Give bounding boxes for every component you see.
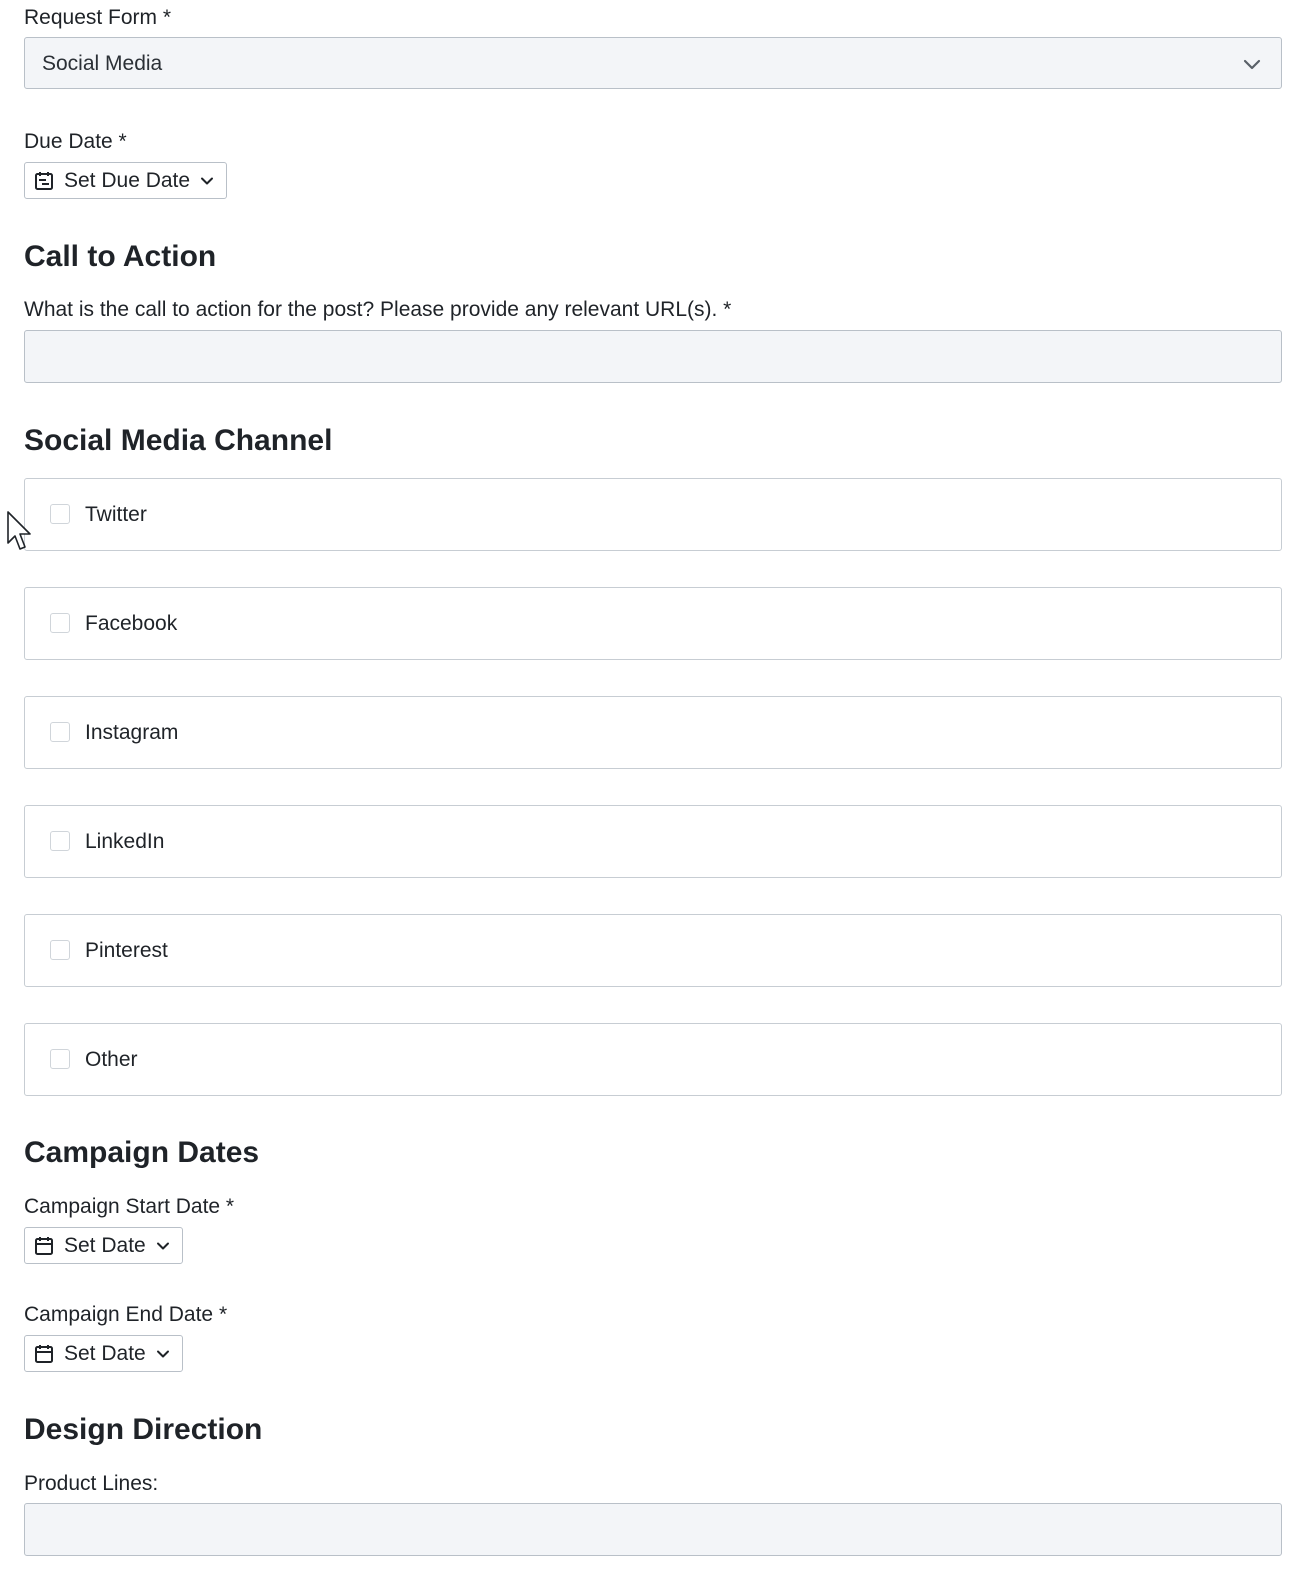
set-end-date-button[interactable]: Set Date (24, 1335, 183, 1372)
channel-option-label: LinkedIn (85, 830, 165, 853)
set-start-date-button[interactable]: Set Date (24, 1227, 183, 1264)
channel-option-label: Other (85, 1048, 138, 1071)
product-lines-input[interactable] (24, 1503, 1282, 1556)
social-media-channel-heading: Social Media Channel (24, 424, 333, 457)
channel-option-label: Facebook (85, 612, 178, 635)
set-end-date-label: Set Date (64, 1341, 146, 1365)
checkbox[interactable] (50, 1049, 70, 1069)
set-due-date-label: Set Due Date (64, 168, 191, 192)
request-form-selected-value: Social Media (42, 52, 163, 75)
request-form-page: Request Form * Social Media Due Date * S… (0, 0, 1316, 1585)
set-due-date-button[interactable]: Set Due Date (24, 162, 227, 199)
channel-option-label: Twitter (85, 503, 147, 526)
channel-option-other[interactable]: Other (24, 1023, 1282, 1096)
call-to-action-heading: Call to Action (24, 240, 217, 273)
channel-option-facebook[interactable]: Facebook (24, 587, 1282, 660)
campaign-end-date-label: Campaign End Date * (24, 1303, 228, 1326)
set-start-date-label: Set Date (64, 1233, 146, 1257)
chevron-down-icon (1243, 59, 1261, 70)
channel-option-pinterest[interactable]: Pinterest (24, 914, 1282, 987)
checkbox[interactable] (50, 831, 70, 851)
campaign-start-date-label: Campaign Start Date * (24, 1195, 235, 1218)
calendar-icon (35, 1344, 53, 1363)
product-lines-label: Product Lines: (24, 1472, 159, 1495)
channel-option-instagram[interactable]: Instagram (24, 696, 1282, 769)
design-direction-heading: Design Direction (24, 1413, 263, 1446)
request-form-label: Request Form * (24, 6, 172, 29)
request-form-select[interactable]: Social Media (24, 37, 1282, 89)
call-to-action-question: What is the call to action for the post?… (24, 298, 732, 321)
chevron-down-icon (201, 177, 214, 184)
channel-option-label: Pinterest (85, 939, 168, 962)
due-date-label: Due Date * (24, 130, 127, 153)
channel-option-label: Instagram (85, 721, 179, 744)
checkbox[interactable] (50, 940, 70, 960)
chevron-down-icon (156, 1242, 169, 1249)
channel-option-linkedin[interactable]: LinkedIn (24, 805, 1282, 878)
call-to-action-input[interactable] (24, 330, 1282, 383)
calendar-clock-icon (35, 171, 53, 190)
mouse-cursor-icon (7, 511, 31, 550)
chevron-down-icon (156, 1350, 169, 1357)
calendar-icon (35, 1236, 53, 1255)
checkbox[interactable] (50, 722, 70, 742)
checkbox[interactable] (50, 504, 70, 524)
channel-option-twitter[interactable]: Twitter (24, 478, 1282, 551)
campaign-dates-heading: Campaign Dates (24, 1136, 260, 1169)
checkbox[interactable] (50, 613, 70, 633)
